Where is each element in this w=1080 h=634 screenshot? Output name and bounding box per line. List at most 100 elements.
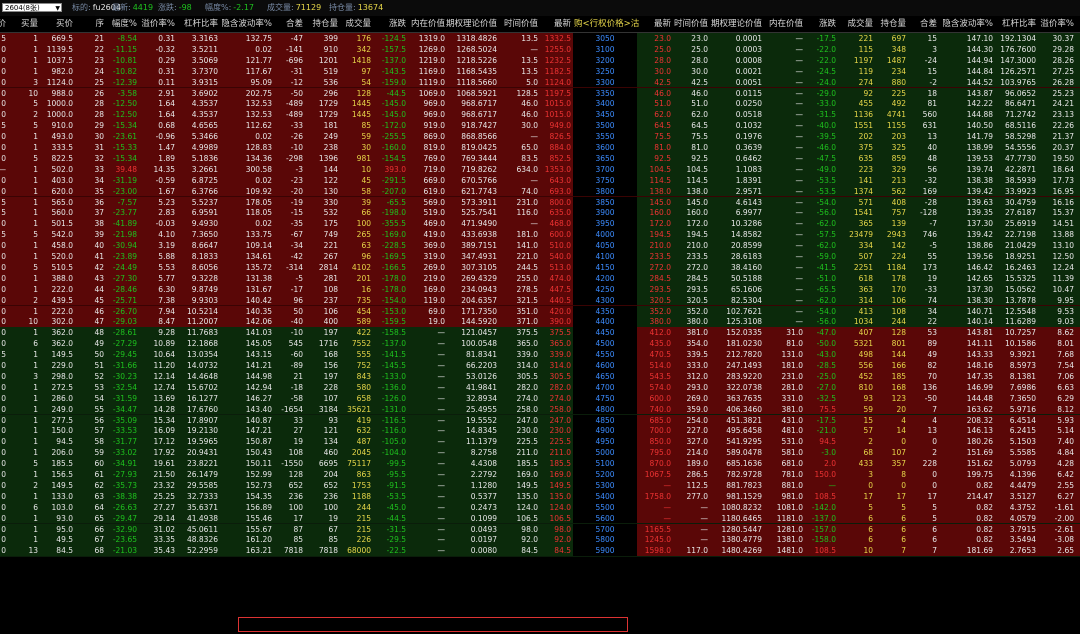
strike-cell[interactable]: 4100 xyxy=(574,251,636,262)
call-cell: 1068.5921 xyxy=(456,88,497,98)
column-header[interactable]: 溢价率% xyxy=(141,16,175,32)
table-row[interactable]: 0 13 84.5 68 -21.03 35.43 52.2959 163.21 7818 781… xyxy=(0,545,1080,558)
contract-select[interactable]: 2604(8张) ▼ xyxy=(2,3,62,12)
strike-cell[interactable]: 3600 xyxy=(574,142,636,153)
column-header[interactable]: 成交量 xyxy=(847,16,873,32)
strike-cell[interactable]: 4500 xyxy=(574,338,636,349)
chevron-down-icon[interactable]: ▼ xyxy=(55,4,60,13)
strike-cell[interactable]: 5600 xyxy=(574,513,636,524)
call-cell: 106.5 xyxy=(549,513,571,523)
put-cell: 104.5 xyxy=(686,164,708,174)
strike-cell[interactable]: 4250 xyxy=(574,284,636,295)
column-header[interactable]: 时间价值 xyxy=(504,16,538,32)
strike-cell[interactable]: 4150 xyxy=(574,262,636,273)
column-header[interactable]: 期权理论价值 xyxy=(446,16,497,32)
column-header[interactable]: 成交量 xyxy=(345,16,371,32)
column-header[interactable]: 最新 xyxy=(654,16,671,32)
column-header[interactable]: 期权理论价值 xyxy=(711,16,762,32)
strike-cell[interactable]: 3300 xyxy=(574,77,636,88)
strike-cell[interactable]: 5000 xyxy=(574,447,636,458)
strike-cell[interactable]: 5700 xyxy=(574,524,636,535)
column-header-strike[interactable]: 购<行权价格>沽 xyxy=(574,16,639,32)
strike-cell[interactable]: 4650 xyxy=(574,371,636,382)
strike-cell[interactable]: 3650 xyxy=(574,153,636,164)
column-header[interactable]: 幅度% xyxy=(112,16,137,32)
strike-cell[interactable]: 4000 xyxy=(574,229,636,240)
strike-cell[interactable]: 4950 xyxy=(574,436,636,447)
strike-cell[interactable]: 4200 xyxy=(574,273,636,284)
call-cell: -12.50 xyxy=(112,99,137,109)
put-cell: 406.3460 xyxy=(726,404,762,414)
strike-cell[interactable]: 3450 xyxy=(574,109,636,120)
strike-cell[interactable]: 3800 xyxy=(574,186,636,197)
call-cell: 59 xyxy=(94,448,104,458)
column-header[interactable]: 持仓量 xyxy=(312,16,338,32)
strike-cell[interactable]: 3750 xyxy=(574,175,636,186)
strike-cell[interactable]: 4750 xyxy=(574,393,636,404)
strike-cell[interactable]: 3500 xyxy=(574,120,636,131)
call-cell: 371.0 xyxy=(516,317,538,327)
column-header[interactable]: 序 xyxy=(95,16,104,32)
column-header[interactable]: 内在价值 xyxy=(769,16,803,32)
strike-cell[interactable]: 4350 xyxy=(574,306,636,317)
call-cell: 1124.0 xyxy=(544,77,571,87)
column-header[interactable]: 溢价率% xyxy=(1040,16,1074,32)
column-header[interactable]: 合差 xyxy=(920,16,937,32)
column-header[interactable]: 买价 xyxy=(56,16,73,32)
column-header[interactable]: 隐含波动率% xyxy=(221,16,272,32)
call-cell: 6.9591 xyxy=(191,208,218,218)
strike-cell[interactable]: 3850 xyxy=(574,197,636,208)
strike-cell[interactable]: 5300 xyxy=(574,480,636,491)
column-header[interactable]: 涨跌 xyxy=(819,16,836,32)
call-cell: 910 xyxy=(323,44,338,54)
column-header[interactable]: 价 xyxy=(0,16,6,32)
strike-cell[interactable]: 3200 xyxy=(574,55,636,66)
strike-cell[interactable]: 4550 xyxy=(574,349,636,360)
strike-cell[interactable]: 5800 xyxy=(574,534,636,545)
strike-cell[interactable]: 4700 xyxy=(574,382,636,393)
put-cell: 147.10 xyxy=(966,34,993,43)
strike-cell[interactable]: 3900 xyxy=(574,207,636,218)
strike-cell[interactable]: 3700 xyxy=(574,164,636,175)
toolbar-item-label: 持仓量: xyxy=(329,3,356,12)
column-header[interactable]: 涨跌 xyxy=(389,16,406,32)
column-header[interactable]: 持仓量 xyxy=(880,16,906,32)
call-cell: 68000 xyxy=(347,546,371,556)
strike-cell[interactable]: 4600 xyxy=(574,360,636,371)
put-cell: 870.0 xyxy=(649,459,671,469)
strike-cell[interactable]: 5400 xyxy=(574,491,636,502)
strike-cell[interactable]: 4850 xyxy=(574,415,636,426)
put-cell: 192.1304 xyxy=(1000,34,1036,43)
call-cell: -0.32 xyxy=(155,44,175,54)
strike-cell[interactable]: 4400 xyxy=(574,316,636,327)
strike-cell[interactable]: 3250 xyxy=(574,66,636,77)
strike-cell[interactable]: 4800 xyxy=(574,404,636,415)
column-header[interactable]: 隐含波动率% xyxy=(942,16,993,32)
column-header[interactable]: 杠杆比率 xyxy=(1002,16,1036,32)
column-header[interactable]: 内在价值 xyxy=(411,16,445,32)
call-cell: 238 xyxy=(323,143,338,152)
call-cell: 35 xyxy=(94,186,104,196)
column-header[interactable]: 时间价值 xyxy=(674,16,708,32)
strike-cell[interactable]: 3550 xyxy=(574,131,636,142)
call-cell: 7.38 xyxy=(158,295,175,305)
column-header[interactable]: 买量 xyxy=(21,16,38,32)
strike-cell[interactable]: 3950 xyxy=(574,218,636,229)
strike-cell[interactable]: 4300 xyxy=(574,295,636,306)
strike-cell[interactable]: 5900 xyxy=(574,545,636,556)
column-header[interactable]: 最新 xyxy=(554,16,571,32)
strike-cell[interactable]: 4050 xyxy=(574,240,636,251)
strike-cell[interactable]: 5500 xyxy=(574,502,636,513)
strike-cell[interactable]: 3350 xyxy=(574,88,636,99)
strike-cell[interactable]: 3100 xyxy=(574,44,636,55)
strike-cell[interactable]: 3050 xyxy=(574,33,636,44)
column-header[interactable]: 杠杆比率 xyxy=(184,16,218,32)
strike-cell[interactable]: 5200 xyxy=(574,469,636,480)
strike-cell[interactable]: 4450 xyxy=(574,327,636,338)
strike-cell[interactable]: 3400 xyxy=(574,98,636,109)
call-cell: 555 xyxy=(356,350,371,360)
put-cell: -22.0 xyxy=(816,55,836,65)
strike-cell[interactable]: 4900 xyxy=(574,425,636,436)
strike-cell[interactable]: 5100 xyxy=(574,458,636,469)
column-header[interactable]: 合差 xyxy=(286,16,303,32)
